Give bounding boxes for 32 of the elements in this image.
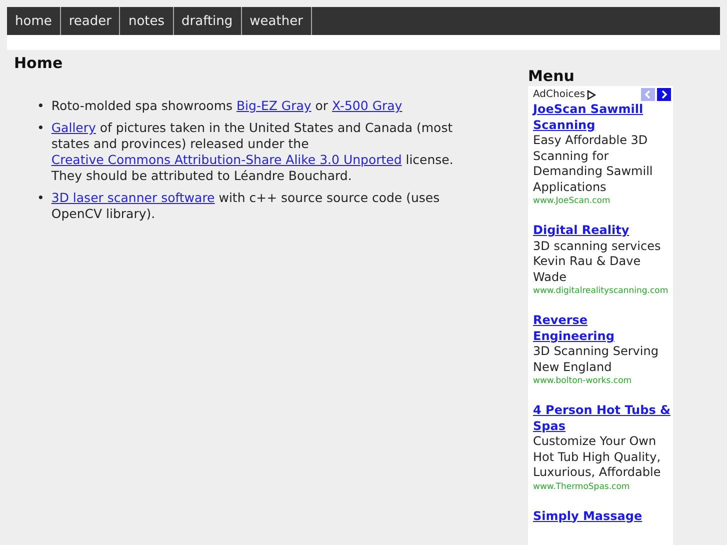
text-link[interactable]: 3D laser scanner software — [51, 190, 215, 205]
chevron-left-icon — [644, 90, 652, 99]
text-link[interactable]: X-500 Gray — [332, 98, 402, 113]
list-item-text: Roto-molded spa showrooms Big-EZ Gray or X-500 Gray — [51, 98, 404, 114]
text-link[interactable]: Creative Commons Attribution-Share Alike 3.0 Unported — [51, 152, 402, 167]
chevron-right-icon — [660, 90, 668, 99]
nav-link[interactable]: reader — [60, 7, 120, 35]
nav-link[interactable]: weather — [242, 7, 312, 35]
page-heading: Home — [14, 54, 64, 72]
ad-title-link[interactable]: Simply Massage — [533, 508, 671, 524]
sidebar-heading: Menu — [528, 67, 576, 85]
play-icon — [587, 90, 596, 100]
ad-title-link[interactable]: JoeScan Sawmill Scanning — [533, 102, 671, 133]
ad-title-link[interactable]: 4 Person Hot Tubs & Spas — [533, 403, 671, 434]
ad-title-link[interactable]: Digital Reality — [533, 223, 671, 238]
text-link[interactable]: Gallery — [51, 120, 96, 135]
ad-description: Easy Affordable 3D Scanning for Demanding Sawmill Applications — [533, 133, 654, 195]
nav-link[interactable]: drafting — [174, 7, 242, 35]
ad-description: 3D scanning services Kevin Rau & Dave Wade — [533, 238, 662, 285]
bullet: • — [37, 190, 44, 206]
text-link[interactable]: Big-EZ Gray — [236, 98, 312, 113]
nav-link[interactable]: notes — [120, 7, 174, 35]
bullet: • — [37, 120, 44, 136]
ad-description: 3D Scanning Serving New England — [533, 344, 660, 375]
bullet: • — [37, 98, 44, 114]
nav-link[interactable]: home — [7, 7, 61, 35]
next-button[interactable] — [657, 88, 671, 101]
ad-choices-label[interactable]: AdChoices — [533, 89, 586, 100]
list-item-text: Gallery of pictures taken in the United States and Canada (most states and provinces) released under the Creative Commons Attribution-Share Alike 3.0 Unported license. They should be attributed to Léandre Bouchard. — [51, 120, 454, 184]
ad-description: Customize Your Own Hot Tub High Quality, Luxurious, Affordable — [533, 434, 662, 480]
ad-title-link[interactable]: Reverse Engineering — [533, 313, 671, 344]
list-item-text: 3D laser scanner software with c++ source source code (uses OpenCV library). — [51, 190, 441, 222]
